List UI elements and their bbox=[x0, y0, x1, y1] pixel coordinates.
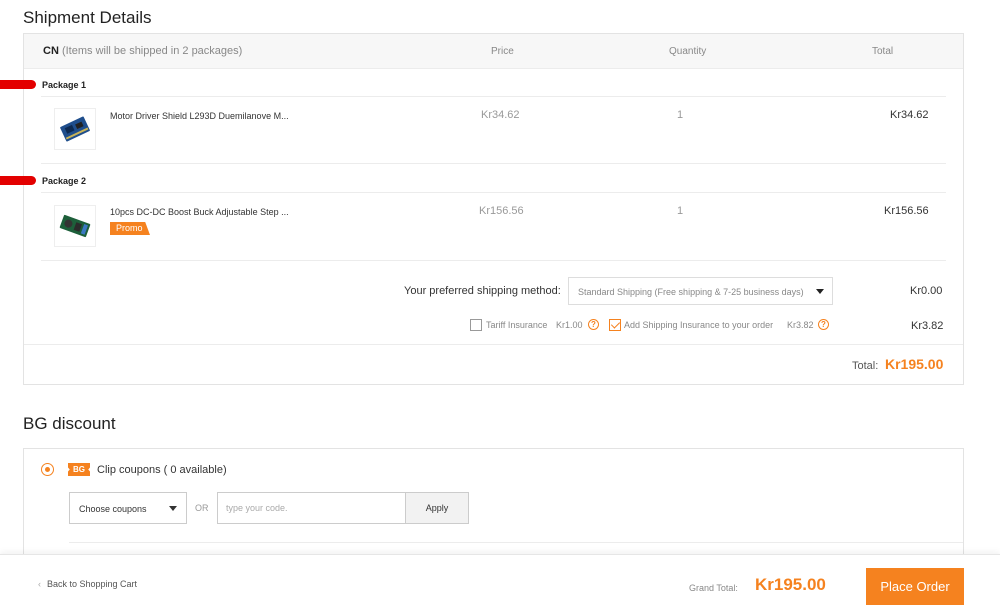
shipment-header: CN (Items will be shipped in 2 packages)… bbox=[24, 34, 963, 69]
origin-country: CN bbox=[43, 45, 59, 57]
packages-note: (Items will be shipped in 2 packages) bbox=[61, 45, 243, 57]
column-total: Total bbox=[872, 46, 894, 57]
insurance-cost: Kr3.82 bbox=[911, 320, 944, 332]
shipping-insurance-label: Add Shipping Insurance to your order bbox=[624, 320, 774, 330]
grand-total-value: Kr195.00 bbox=[755, 575, 826, 594]
price-2: Kr156.56 bbox=[479, 205, 524, 217]
choose-coupons-value: Choose coupons bbox=[79, 504, 147, 514]
motor-shield-image-icon bbox=[60, 116, 90, 142]
help-icon[interactable]: ? bbox=[588, 319, 599, 330]
price-1: Kr34.62 bbox=[481, 109, 520, 121]
divider bbox=[41, 260, 946, 261]
total-2: Kr156.56 bbox=[884, 205, 929, 217]
shipping-insurance-checkbox[interactable] bbox=[609, 319, 621, 331]
column-quantity: Quantity bbox=[669, 46, 707, 57]
boost-converter-image-icon bbox=[59, 214, 91, 238]
shipping-method-value: Standard Shipping (Free shipping & 7-25 … bbox=[578, 287, 804, 297]
coupon-ticket-icon: BG bbox=[68, 463, 90, 476]
caret-down-icon bbox=[169, 506, 177, 511]
back-to-cart-label: Back to Shopping Cart bbox=[47, 579, 138, 589]
shipment-origin: CN (Items will be shipped in 2 packages) bbox=[43, 45, 242, 57]
shipping-method-label: Your preferred shipping method: bbox=[404, 285, 561, 297]
help-icon[interactable]: ? bbox=[818, 319, 829, 330]
total-1: Kr34.62 bbox=[890, 109, 929, 121]
product-thumbnail[interactable] bbox=[54, 205, 96, 247]
shipping-insurance-price: Kr3.82 bbox=[787, 320, 814, 330]
checkout-footer: ‹ Back to Shopping Cart Grand Total: Kr19… bbox=[0, 554, 1000, 612]
shipping-method-select[interactable]: Standard Shipping (Free shipping & 7-25 … bbox=[568, 277, 833, 305]
tariff-insurance-price: Kr1.00 bbox=[556, 320, 583, 330]
shipment-total-value: Kr195.00 bbox=[885, 356, 944, 372]
chevron-left-icon: ‹ bbox=[38, 579, 41, 589]
shipping-cost: Kr0.00 bbox=[910, 285, 943, 297]
redaction-mark bbox=[0, 80, 36, 89]
shipment-total-label: Total: bbox=[852, 360, 879, 372]
coupon-code-input[interactable] bbox=[217, 492, 406, 524]
package-1-label: Package 1 bbox=[42, 80, 87, 90]
product-name-2[interactable]: 10pcs DC-DC Boost Buck Adjustable Step .… bbox=[110, 207, 289, 217]
tariff-insurance-label: Tariff Insurance bbox=[486, 320, 548, 330]
place-order-button[interactable]: Place Order bbox=[866, 568, 964, 605]
column-price: Price bbox=[491, 46, 514, 57]
or-separator: OR bbox=[195, 503, 209, 513]
clip-coupons-label: Clip coupons ( 0 available) bbox=[97, 464, 227, 476]
bg-discount-title: BG discount bbox=[23, 414, 116, 433]
quantity-1: 1 bbox=[677, 109, 684, 121]
divider bbox=[41, 192, 946, 193]
back-to-cart-link[interactable]: ‹ Back to Shopping Cart bbox=[38, 579, 137, 589]
divider bbox=[41, 96, 946, 97]
divider bbox=[69, 542, 963, 543]
caret-down-icon bbox=[816, 289, 824, 294]
package-2-label: Package 2 bbox=[42, 176, 87, 186]
divider bbox=[41, 163, 946, 164]
promo-badge: Promo bbox=[110, 222, 150, 235]
apply-button[interactable]: Apply bbox=[405, 492, 469, 524]
product-thumbnail[interactable] bbox=[54, 108, 96, 150]
product-name-1[interactable]: Motor Driver Shield L293D Duemilanove M.… bbox=[110, 111, 289, 121]
choose-coupons-select[interactable]: Choose coupons bbox=[69, 492, 187, 524]
coupon-radio[interactable] bbox=[41, 463, 54, 476]
shipment-details-title: Shipment Details bbox=[23, 8, 152, 27]
redaction-mark bbox=[0, 176, 36, 185]
tariff-insurance-checkbox[interactable] bbox=[470, 319, 482, 331]
divider bbox=[24, 344, 963, 345]
grand-total-label: Grand Total: bbox=[689, 583, 738, 593]
quantity-2: 1 bbox=[677, 205, 684, 217]
